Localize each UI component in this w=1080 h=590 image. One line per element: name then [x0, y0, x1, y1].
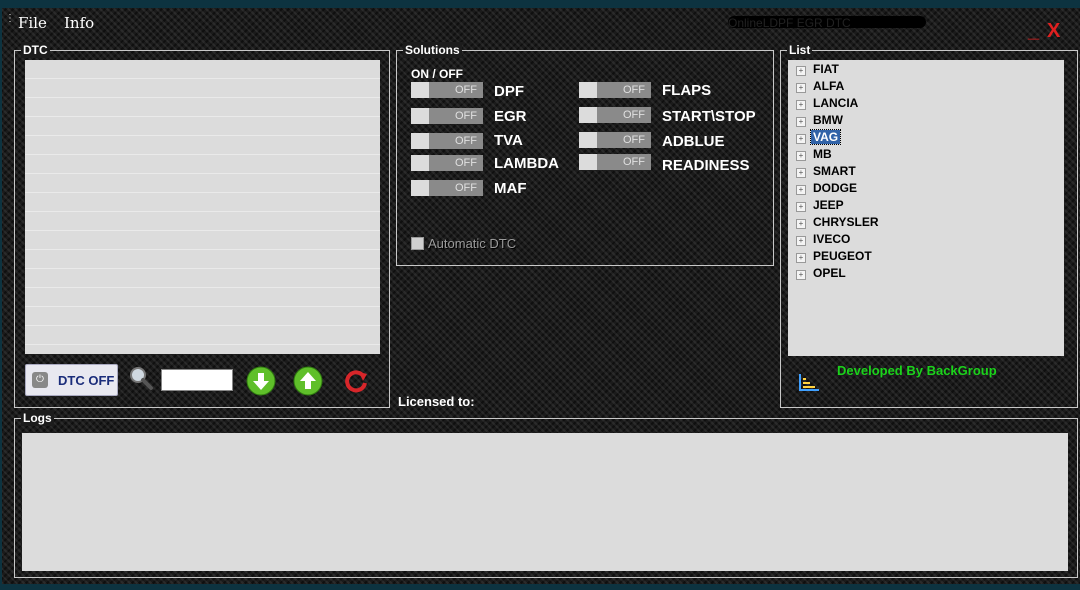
dtc-row[interactable]: [25, 307, 380, 326]
refresh-icon[interactable]: [341, 366, 371, 396]
arrow-up-icon[interactable]: [293, 366, 323, 396]
toggle-track: OFF: [597, 132, 651, 148]
expand-icon[interactable]: +: [796, 83, 806, 93]
expand-icon[interactable]: +: [796, 134, 806, 144]
toggle-readiness[interactable]: OFF: [579, 154, 651, 170]
solutions-group: Solutions ON / OFF OFF DPF OFF EGR OFF T…: [396, 42, 774, 266]
dtc-group-title: DTC: [21, 42, 50, 58]
dtc-row[interactable]: [25, 174, 380, 193]
dtc-row[interactable]: [25, 60, 380, 79]
expand-icon[interactable]: +: [796, 270, 806, 280]
dtc-row[interactable]: [25, 288, 380, 307]
list-group-title: List: [787, 42, 813, 58]
toggle-track: OFF: [429, 82, 483, 98]
expand-icon[interactable]: +: [796, 185, 806, 195]
app-window: ⋮ File Info OnlineLDPF EGR DTC _ X DTC ⏻…: [2, 8, 1080, 584]
toggle-knob: [579, 132, 597, 148]
logs-group: Logs: [14, 410, 1078, 578]
expand-icon[interactable]: +: [796, 117, 806, 127]
dtc-row[interactable]: [25, 193, 380, 212]
dtc-row[interactable]: [25, 98, 380, 117]
toggle-egr[interactable]: OFF: [411, 108, 483, 124]
developed-by-label: Developed By BackGroup: [837, 363, 997, 378]
dtc-off-label: DTC OFF: [58, 373, 115, 388]
expand-icon[interactable]: +: [796, 219, 806, 229]
label-start-stop: START\STOP: [662, 108, 756, 125]
menu-bar: ⋮ File Info OnlineLDPF EGR DTC _ X: [2, 8, 1080, 43]
dtc-row[interactable]: [25, 250, 380, 269]
list-group: List + FIAT + ALFA + LANCIA + BMW + VAG + MB +…: [780, 42, 1078, 408]
logs-area[interactable]: [22, 433, 1068, 571]
label-readiness: READINESS: [662, 157, 750, 174]
toggle-knob: [411, 133, 429, 149]
toggle-flaps[interactable]: OFF: [579, 82, 651, 98]
magnifier-icon: [130, 367, 153, 390]
dtc-row[interactable]: [25, 269, 380, 288]
toggle-knob: [411, 108, 429, 124]
label-adblue: ADBLUE: [662, 133, 725, 150]
expand-icon[interactable]: +: [796, 100, 806, 110]
expand-icon[interactable]: +: [796, 236, 806, 246]
dtc-row[interactable]: [25, 326, 380, 345]
expand-icon[interactable]: +: [796, 202, 806, 212]
label-tva: TVA: [494, 132, 523, 149]
dtc-off-button[interactable]: ⏻ DTC OFF: [25, 364, 118, 396]
dtc-row[interactable]: [25, 136, 380, 155]
dtc-row[interactable]: [25, 79, 380, 98]
expand-icon[interactable]: +: [796, 168, 806, 178]
label-egr: EGR: [494, 108, 527, 125]
close-button[interactable]: X: [1047, 20, 1060, 43]
logs-group-title: Logs: [21, 410, 54, 426]
toggle-tva[interactable]: OFF: [411, 133, 483, 149]
dtc-row[interactable]: [25, 212, 380, 231]
automatic-dtc-label: Automatic DTC: [428, 236, 517, 251]
label-lambda: LAMBDA: [494, 155, 559, 172]
toggle-dpf[interactable]: OFF: [411, 82, 483, 98]
expand-icon[interactable]: +: [796, 151, 806, 161]
toggle-adblue[interactable]: OFF: [579, 132, 651, 148]
expand-icon[interactable]: +: [796, 253, 806, 263]
toggle-track: OFF: [429, 133, 483, 149]
toggle-track: OFF: [597, 154, 651, 170]
dtc-search-input[interactable]: [161, 369, 233, 391]
toggle-knob: [411, 82, 429, 98]
power-icon: ⏻: [32, 372, 48, 388]
solutions-group-title: Solutions: [403, 42, 462, 58]
dtc-row[interactable]: [25, 231, 380, 250]
onoff-header: ON / OFF: [411, 67, 463, 81]
toggle-knob: [411, 180, 429, 196]
toggle-track: OFF: [597, 82, 651, 98]
menu-file[interactable]: File: [18, 14, 47, 32]
checkbox-box: [411, 237, 424, 250]
dtc-row[interactable]: [25, 117, 380, 136]
toggle-track: OFF: [429, 155, 483, 171]
label-flaps: FLAPS: [662, 82, 712, 99]
dtc-row[interactable]: [25, 155, 380, 174]
expand-icon[interactable]: +: [796, 66, 806, 76]
chart-bars-icon: [799, 374, 819, 391]
toggle-track: OFF: [597, 107, 651, 123]
toggle-knob: [579, 107, 597, 123]
minimize-button[interactable]: _: [1028, 20, 1039, 43]
toggle-maf[interactable]: OFF: [411, 180, 483, 196]
window-title: OnlineLDPF EGR DTC: [728, 16, 926, 28]
toggle-knob: [411, 155, 429, 171]
label-maf: MAF: [494, 180, 527, 197]
toggle-knob: [579, 154, 597, 170]
toggle-start-stop[interactable]: OFF: [579, 107, 651, 123]
grip-icon: ⋮: [5, 13, 15, 24]
label-dpf: DPF: [494, 83, 524, 100]
toggle-track: OFF: [429, 108, 483, 124]
toggle-knob: [579, 82, 597, 98]
vehicle-tree[interactable]: + FIAT + ALFA + LANCIA + BMW + VAG + MB + SMART…: [788, 60, 1064, 356]
toggle-track: OFF: [429, 180, 483, 196]
menu-info[interactable]: Info: [64, 14, 94, 32]
toggle-lambda[interactable]: OFF: [411, 155, 483, 171]
dtc-list[interactable]: [25, 60, 380, 354]
arrow-down-icon[interactable]: [246, 366, 276, 396]
dtc-group: DTC ⏻ DTC OFF: [14, 42, 390, 408]
licensed-to-label: Licensed to:: [398, 394, 475, 409]
